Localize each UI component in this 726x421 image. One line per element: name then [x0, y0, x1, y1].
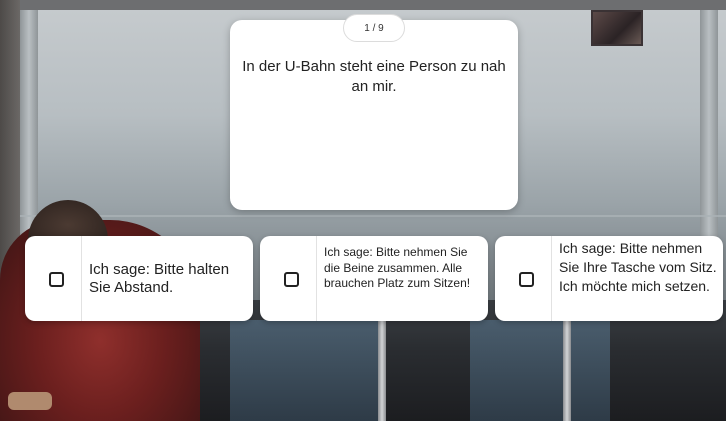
answer-label: Ich sage: Bitte neh­men Sie die Beine zu…: [324, 245, 471, 290]
question-card: 1 / 9 In der U-Bahn steht eine Person zu…: [230, 14, 518, 210]
divider: [81, 236, 82, 321]
answer-option-2[interactable]: Ich sage: Bitte neh­men Sie die Beine zu…: [260, 236, 488, 321]
answer-option-1[interactable]: Ich sage: Bitte hal­ten Sie Abstand.: [25, 236, 253, 321]
answer-label: Ich sage: Bitte hal­ten Sie Abstand.: [89, 261, 230, 296]
train-seat: [230, 320, 380, 421]
answer-label: Ich sage: Bitte neh­men Sie Ihre Tasche …: [559, 240, 717, 294]
checkbox-empty-icon[interactable]: [49, 272, 64, 287]
question-text: In der U-Bahn steht eine Person zu nah a…: [242, 58, 506, 95]
checkbox-empty-icon[interactable]: [519, 272, 534, 287]
divider: [316, 236, 317, 321]
passenger-hand-phone: [8, 392, 52, 410]
train-seat: [470, 320, 610, 421]
divider: [551, 236, 552, 321]
window-frame-top: [0, 0, 726, 10]
window-reflection: [20, 215, 726, 217]
checkbox-empty-icon[interactable]: [284, 272, 299, 287]
answer-option-3[interactable]: Ich sage: Bitte neh­men Sie Ihre Tasche …: [495, 236, 723, 321]
question-counter: 1 / 9: [343, 14, 405, 42]
window-sticker: [591, 10, 643, 46]
